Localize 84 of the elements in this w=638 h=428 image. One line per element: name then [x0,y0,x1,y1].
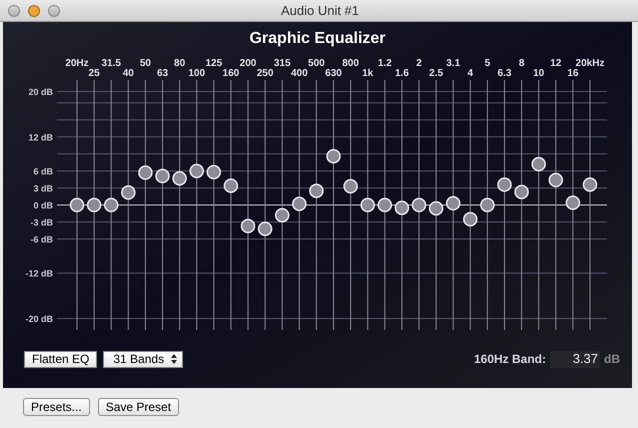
band-handle[interactable] [189,164,204,178]
gain-label: -3 dB [30,218,53,228]
frequency-label: 315 [274,58,291,69]
frequency-label: 20kHz [576,58,604,69]
band-handle[interactable] [121,185,136,200]
band-handle[interactable] [446,196,460,211]
band-handle[interactable] [206,164,222,180]
frequency-label: 50 [140,58,151,69]
frequency-label: 20Hz [65,58,89,69]
band-handle[interactable] [582,177,598,192]
gain-label: 3 dB [33,183,53,194]
gain-label: -20 dB [25,314,53,324]
frequency-label: 400 [290,68,308,79]
band-handle[interactable] [274,208,290,222]
frequency-label: 8 [518,58,524,69]
band-handle[interactable] [514,184,529,200]
band-handle[interactable] [343,179,358,194]
zoom-button[interactable] [48,4,60,16]
gain-label: 12 dB [28,132,53,142]
frequency-label: 4 [468,68,474,79]
gain-label: 0 dB [33,200,53,210]
band-handle[interactable] [309,184,324,198]
band-handle[interactable] [378,198,392,212]
frequency-label: 25 [88,68,100,79]
band-handle[interactable] [292,196,307,212]
frequency-label: 2.5 [429,68,444,79]
flatten-eq-button[interactable]: Flatten EQ [24,350,98,368]
band-handle[interactable] [480,198,495,212]
up-down-arrows-icon [171,354,178,364]
band-handle[interactable] [412,198,426,212]
frequency-label: 1k [362,68,374,79]
band-label: 160Hz Band: [474,351,546,368]
frequency-label: 3.1 [446,58,460,69]
frequency-label: 6.3 [498,68,512,79]
frequency-label: 5 [484,58,490,69]
band-handle[interactable] [138,165,153,180]
frequency-label: 31.5 [101,58,121,69]
bands-select[interactable]: 31 Bands [103,350,184,368]
frequency-label: 10 [533,68,544,79]
band-handle[interactable] [428,201,444,216]
frequency-label: 1.2 [378,58,392,69]
equalizer-title: Graphic Equalizer [249,28,386,48]
band-handle[interactable] [531,156,546,172]
frequency-label: 40 [122,68,134,79]
frequency-label: 160 [222,68,240,79]
band-handle[interactable] [224,178,238,193]
band-handle[interactable] [86,198,102,212]
band-handle[interactable] [258,222,272,236]
band-handle[interactable] [497,177,512,192]
frequency-label: 630 [325,68,342,79]
preset-button[interactable]: Save Preset [98,398,180,416]
band-handle[interactable] [104,198,118,212]
window-title: Audio Unit #1 [280,2,360,20]
frequency-label: 800 [342,58,359,69]
band-handle[interactable] [326,148,341,164]
band-handle[interactable] [566,195,580,210]
band-handle[interactable] [360,198,375,212]
unit-label: dB [604,351,620,368]
frequency-label: 16 [567,68,578,79]
band-handle[interactable] [463,212,478,226]
minimize-button[interactable] [28,4,40,16]
frequency-label: 1.6 [394,68,409,79]
band-handle[interactable] [155,168,170,184]
band-handle[interactable] [240,218,256,234]
gain-label: 6 dB [33,166,53,176]
gain-label: -6 dB [30,234,53,245]
frequency-label: 63 [156,68,168,79]
frequency-label: 100 [188,68,206,79]
band-handle[interactable] [70,198,84,212]
frequency-label: 500 [308,58,325,69]
band-value-field[interactable]: 3.37 [550,350,600,368]
frequency-label: 200 [240,58,256,69]
preset-button[interactable]: Presets... [23,398,90,416]
frequency-label: 80 [174,58,186,69]
gain-label: 20 dB [28,87,53,97]
frequency-label: 125 [205,58,222,69]
gain-label: -12 dB [25,268,53,279]
band-handle[interactable] [172,171,187,186]
band-handle[interactable] [548,172,564,188]
band-handle[interactable] [394,200,410,216]
close-button[interactable] [8,4,20,16]
frequency-label: 12 [550,58,562,69]
frequency-label: 250 [256,68,274,79]
frequency-label: 2 [416,58,422,69]
